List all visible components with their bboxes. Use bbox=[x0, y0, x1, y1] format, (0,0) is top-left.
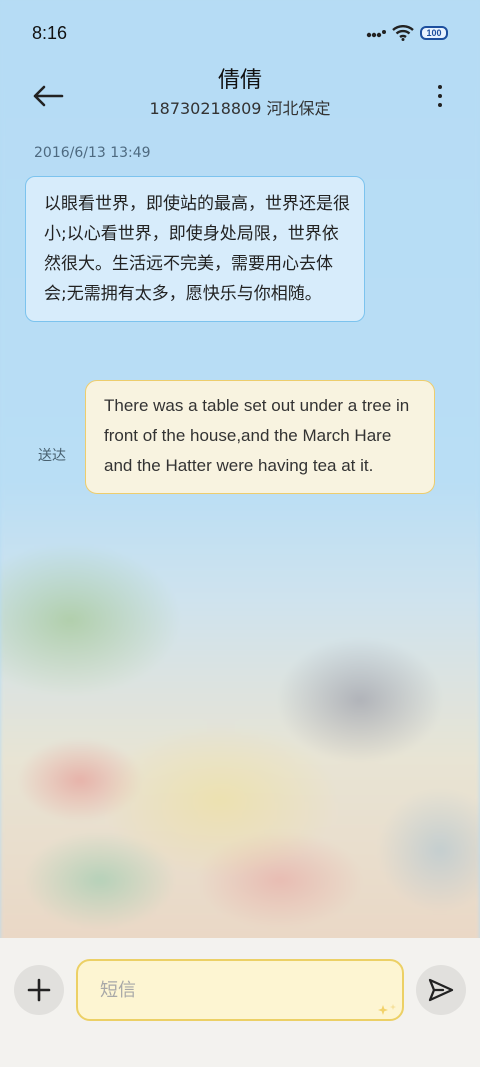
incoming-message-bubble[interactable]: 以眼看世界，即使站的最高，世界还是很小;以心看世界，即使身处局限，世界依然很大。… bbox=[25, 176, 365, 322]
contact-name: 倩倩 bbox=[217, 68, 262, 93]
conversation-header: 倩倩 18730218809 河北保定 bbox=[0, 66, 480, 128]
status-icons: 100 bbox=[366, 25, 448, 41]
more-dot bbox=[438, 94, 442, 98]
message-input[interactable] bbox=[100, 979, 360, 1001]
send-icon bbox=[428, 978, 454, 1002]
battery-icon: 100 bbox=[420, 26, 448, 40]
delivered-status: 送达 bbox=[38, 448, 66, 464]
wifi-icon bbox=[392, 25, 414, 41]
contact-subtitle: 18730218809 河北保定 bbox=[149, 99, 331, 118]
status-bar: 8:16 100 bbox=[0, 0, 480, 66]
sparkle-icon bbox=[378, 1004, 396, 1015]
plus-icon bbox=[27, 978, 51, 1002]
more-options-button[interactable] bbox=[430, 78, 450, 114]
signal-icon bbox=[366, 30, 386, 38]
status-time: 8:16 bbox=[32, 22, 68, 43]
message-composer bbox=[0, 938, 480, 1067]
outgoing-message-bubble[interactable]: There was a table set out under a tree i… bbox=[85, 380, 435, 494]
contact-info: 倩倩 18730218809 河北保定 bbox=[0, 66, 480, 122]
more-dot bbox=[438, 103, 442, 107]
more-dot bbox=[438, 85, 442, 89]
message-input-box[interactable] bbox=[76, 959, 404, 1021]
send-button[interactable] bbox=[416, 965, 466, 1015]
add-attachment-button[interactable] bbox=[14, 965, 64, 1015]
battery-level: 100 bbox=[426, 28, 442, 38]
message-timestamp: 2016/6/13 13:49 bbox=[34, 145, 151, 161]
